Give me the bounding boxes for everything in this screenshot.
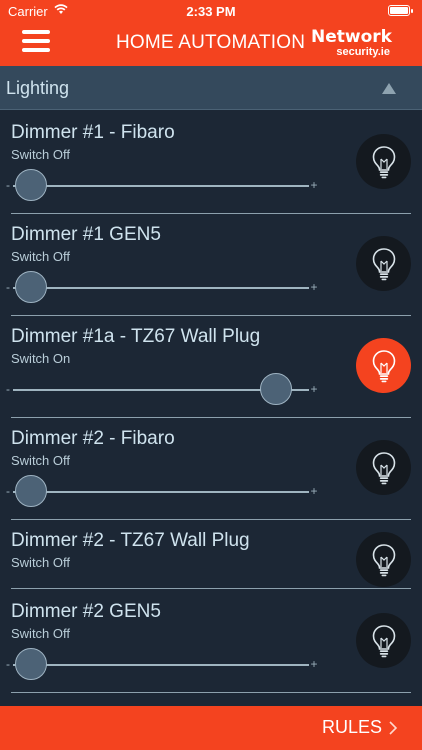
- status-bar: Carrier 2:33 PM: [0, 0, 422, 22]
- lightbulb-icon[interactable]: [356, 338, 411, 393]
- device-name: Dimmer #1 GEN5: [11, 224, 161, 245]
- slider-track[interactable]: [13, 491, 309, 493]
- footer-bar: RULES: [0, 706, 422, 750]
- device-state: Switch Off: [11, 453, 71, 468]
- lightbulb-icon[interactable]: [356, 440, 411, 495]
- row-divider: [11, 417, 411, 418]
- app-header: Carrier 2:33 PM HOME AUTOMATION Network …: [0, 0, 422, 66]
- slider-min-label: -: [6, 382, 10, 396]
- section-header-lighting[interactable]: Lighting: [0, 66, 422, 110]
- slider-min-label: -: [6, 178, 10, 192]
- device-state: Switch Off: [11, 626, 71, 641]
- lightbulb-icon[interactable]: [356, 134, 411, 189]
- slider-thumb[interactable]: [15, 271, 47, 303]
- slider-min-label: -: [6, 280, 10, 294]
- slider-thumb[interactable]: [15, 648, 47, 680]
- device-name: Dimmer #1a - TZ67 Wall Plug: [11, 326, 261, 347]
- slider-max-label: +: [310, 657, 318, 671]
- rules-label: RULES: [321, 717, 382, 737]
- dimmer-slider[interactable]: - +: [3, 169, 319, 201]
- slider-min-label: -: [6, 484, 10, 498]
- hamburger-menu-icon[interactable]: [22, 30, 50, 54]
- slider-track[interactable]: [13, 664, 309, 666]
- dimmer-slider[interactable]: - +: [3, 648, 319, 680]
- lightbulb-icon[interactable]: [356, 613, 411, 668]
- page-title: HOME AUTOMATION: [116, 32, 306, 53]
- brand-logo: Network security.ie: [311, 28, 392, 58]
- brand-name: Network: [311, 27, 392, 47]
- row-divider: [11, 315, 411, 316]
- lightbulb-icon[interactable]: [356, 236, 411, 291]
- slider-thumb[interactable]: [260, 373, 293, 405]
- status-time: 2:33 PM: [186, 4, 236, 19]
- row-divider: [11, 213, 411, 214]
- rules-button[interactable]: RULES: [322, 717, 398, 738]
- row-divider: [11, 692, 411, 693]
- triangle-up-icon[interactable]: [382, 83, 396, 94]
- chevron-right-icon: [389, 720, 398, 735]
- device-name: Dimmer #2 GEN5: [11, 601, 161, 622]
- dimmer-slider[interactable]: - +: [3, 373, 319, 405]
- slider-min-label: -: [6, 657, 10, 671]
- slider-max-label: +: [310, 382, 318, 396]
- slider-track[interactable]: [13, 287, 309, 289]
- slider-thumb[interactable]: [15, 169, 47, 201]
- slider-thumb[interactable]: [15, 475, 47, 507]
- section-label: Lighting: [6, 78, 70, 98]
- dimmer-slider[interactable]: - +: [3, 475, 319, 507]
- lightbulb-icon[interactable]: [356, 532, 411, 587]
- brand-domain: security.ie: [336, 46, 390, 58]
- device-name: Dimmer #2 - TZ67 Wall Plug: [11, 530, 250, 551]
- device-state: Switch Off: [11, 147, 71, 162]
- battery-icon: [388, 5, 413, 16]
- device-state: Switch On: [11, 351, 71, 366]
- device-name: Dimmer #2 - Fibaro: [11, 428, 175, 449]
- slider-max-label: +: [310, 178, 318, 192]
- device-state: Switch Off: [11, 555, 71, 570]
- slider-max-label: +: [310, 484, 318, 498]
- row-divider: [11, 519, 411, 520]
- slider-track[interactable]: [13, 185, 309, 187]
- device-name: Dimmer #1 - Fibaro: [11, 122, 175, 143]
- dimmer-slider[interactable]: - +: [3, 271, 319, 303]
- row-divider: [11, 588, 411, 589]
- slider-max-label: +: [310, 280, 318, 294]
- device-state: Switch Off: [11, 249, 71, 264]
